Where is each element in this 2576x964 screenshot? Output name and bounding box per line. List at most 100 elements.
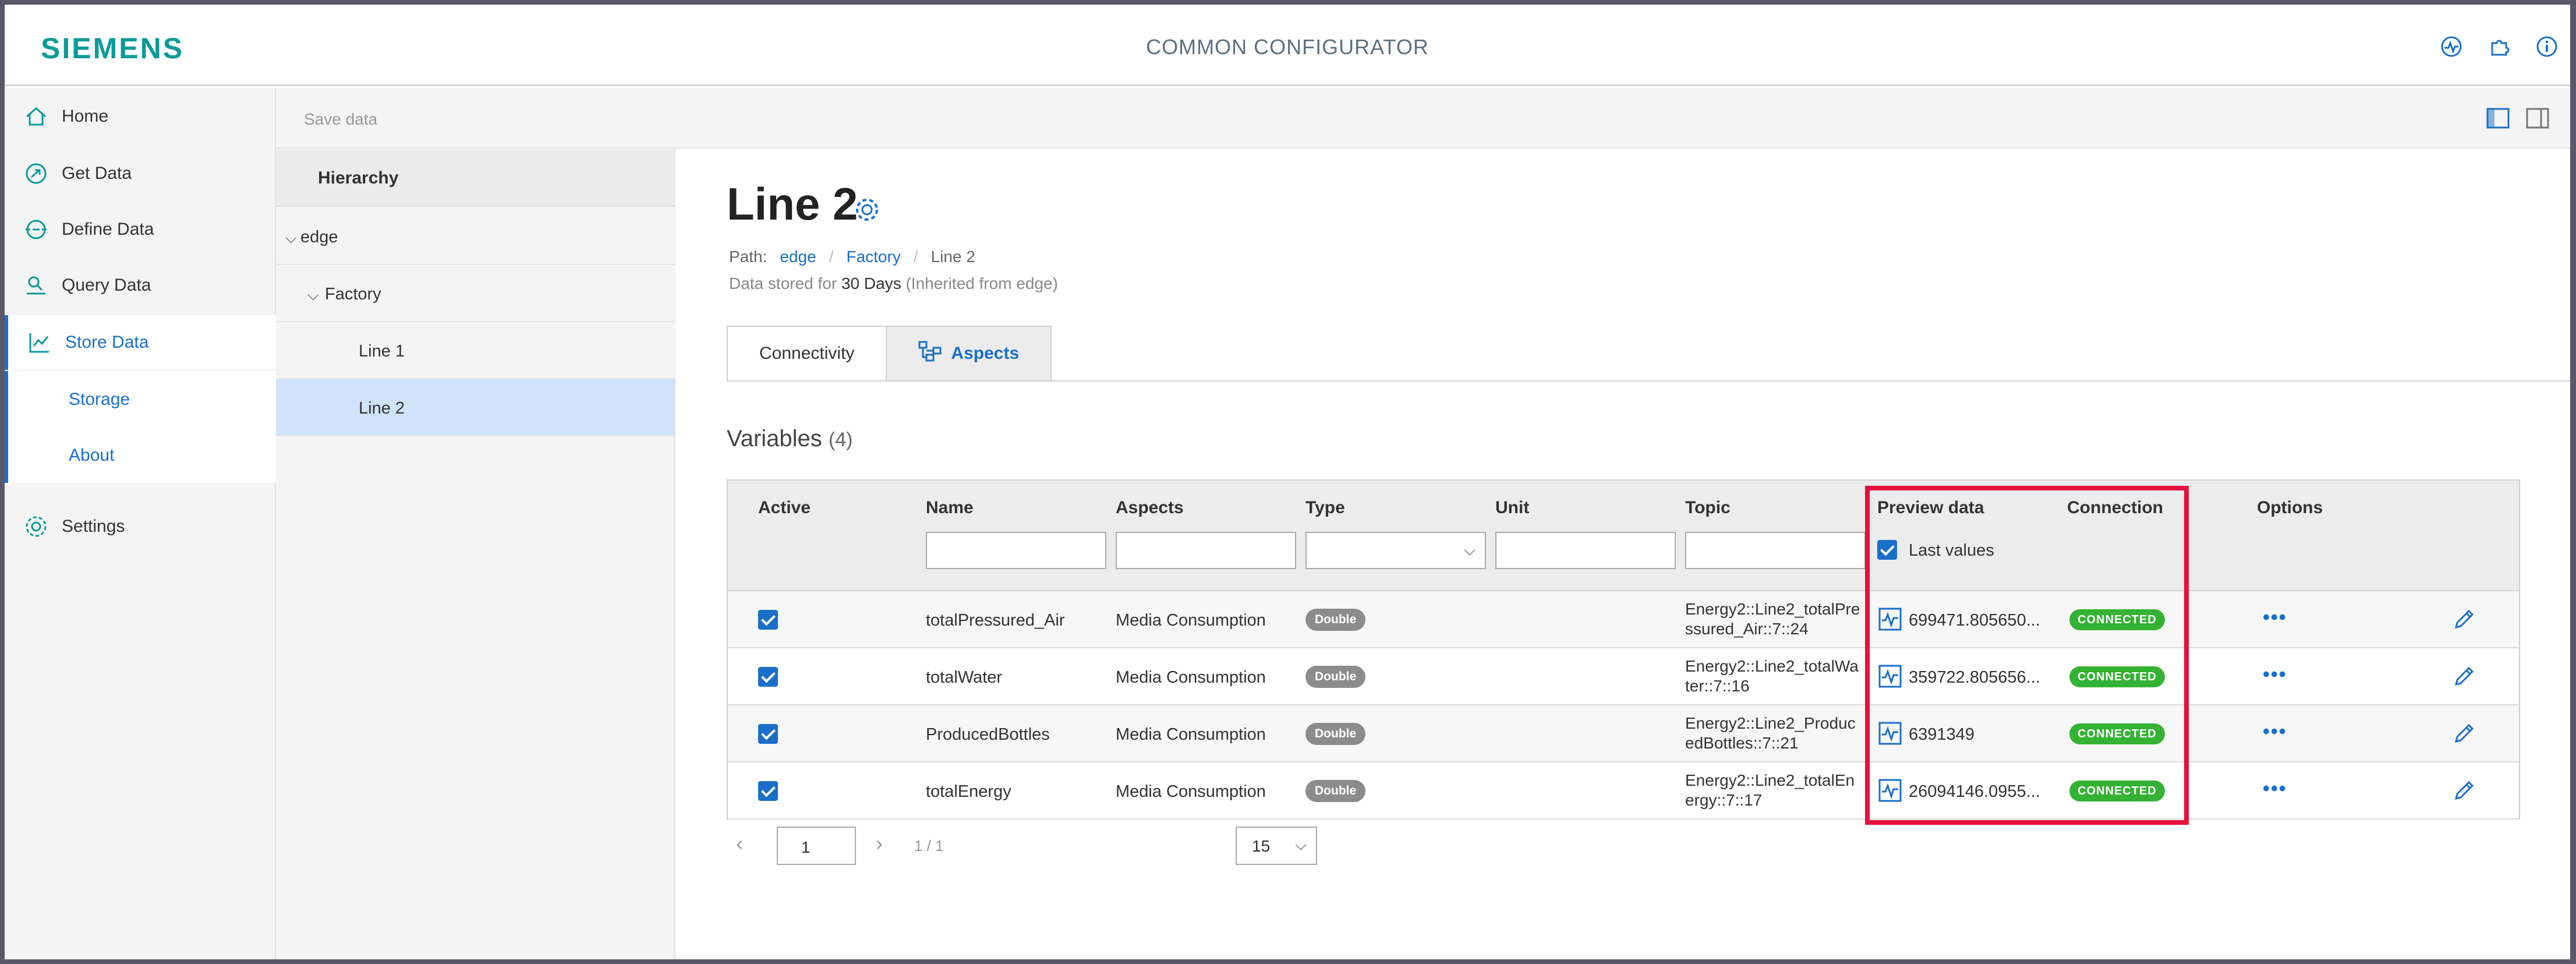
save-data-button[interactable]: Save data	[304, 110, 377, 129]
active-checkbox[interactable]	[758, 724, 778, 744]
breadcrumb-link-factory[interactable]: Factory	[846, 248, 900, 266]
unit-filter-input[interactable]	[1495, 532, 1676, 569]
column-name[interactable]: Name	[926, 498, 974, 518]
panel-left-icon[interactable]	[2486, 108, 2510, 132]
sidebar-item-settings[interactable]: Settings	[5, 499, 276, 554]
table-row[interactable]: ProducedBottles Media Consumption Double En…	[728, 705, 2519, 762]
edit-icon[interactable]	[2453, 608, 2476, 631]
breadcrumb: Path: edge / Factory / Line 2	[729, 248, 975, 266]
type-badge: Double	[1305, 780, 1366, 802]
sidebar-subitem-storage[interactable]: Storage	[5, 371, 276, 427]
sidebar-item-query-data[interactable]: Query Data	[5, 258, 276, 313]
breadcrumb-current: Line 2	[930, 248, 975, 266]
tab-connectivity[interactable]: Connectivity	[727, 326, 887, 382]
options-menu-button[interactable]: •••	[2263, 606, 2287, 629]
active-checkbox[interactable]	[758, 667, 778, 687]
breadcrumb-separator: /	[829, 248, 834, 266]
options-menu-button[interactable]: •••	[2263, 663, 2287, 686]
tab-divider	[727, 380, 2570, 382]
tab-label: Aspects	[951, 344, 1020, 363]
type-filter-select[interactable]: ⌵	[1305, 532, 1486, 569]
sidebar-item-define-data[interactable]: Define Data	[5, 202, 276, 257]
type-badge: Double	[1305, 609, 1366, 631]
aspects-icon	[918, 341, 942, 366]
table-row[interactable]: totalWater Media Consumption Double Energy2…	[728, 648, 2519, 705]
storage-info: Data stored for 30 Days (Inherited from …	[729, 274, 1058, 293]
sidebar-subitem-about[interactable]: About	[5, 427, 276, 483]
column-topic[interactable]: Topic	[1685, 498, 1731, 518]
tree-node-line-2[interactable]: Line 2	[276, 379, 675, 436]
next-page-icon[interactable]: ›	[876, 831, 883, 856]
edit-icon[interactable]	[2453, 779, 2476, 802]
variables-count: (4)	[828, 429, 853, 451]
sidebar-item-get-data[interactable]: Get Data	[5, 146, 276, 201]
sidebar-item-store-data[interactable]: Store Data	[5, 315, 276, 370]
variable-aspect: Media Consumption	[1116, 725, 1266, 744]
page-title: Line 2	[727, 178, 858, 229]
column-type[interactable]: Type	[1305, 498, 1345, 518]
sidebar-subitem-label: Storage	[69, 390, 130, 409]
topic-line-1: Energy2::Line2_totalEn	[1685, 771, 1855, 789]
query-data-icon	[22, 271, 50, 299]
name-filter-input[interactable]	[926, 532, 1106, 569]
sidebar-subitem-label: About	[69, 446, 115, 465]
previous-page-icon[interactable]: ‹	[736, 831, 743, 856]
tree-node-factory[interactable]: ⌵ Factory	[276, 265, 675, 322]
pagination: ‹ 1 › 1 / 1 15 ⌵	[727, 824, 1425, 871]
tab-aspects[interactable]: Aspects	[886, 326, 1052, 382]
type-badge: Double	[1305, 666, 1366, 688]
table-row[interactable]: totalEnergy Media Consumption Double Energy…	[728, 762, 2519, 820]
tree-node-label: edge	[300, 228, 338, 246]
topic-line-2: edBottles::7::21	[1685, 734, 1799, 752]
options-menu-button[interactable]: •••	[2263, 721, 2287, 743]
sidebar-item-label: Get Data	[62, 164, 132, 183]
topic-line-2: ergy::7::17	[1685, 791, 1763, 809]
tree-node-line-1[interactable]: Line 1	[276, 322, 675, 379]
get-data-icon	[22, 160, 50, 188]
toolbar: Save data	[276, 88, 2570, 149]
info-icon[interactable]	[2535, 35, 2559, 58]
gear-icon[interactable]	[852, 195, 882, 224]
chevron-down-icon[interactable]: ⌵	[307, 286, 319, 305]
sidebar-item-label: Settings	[62, 517, 125, 536]
topic-line-1: Energy2::Line2_totalWa	[1685, 657, 1859, 675]
page-number-input[interactable]: 1	[777, 827, 856, 865]
tree-node-edge[interactable]: ⌵ edge	[276, 208, 675, 265]
variables-heading: Variables (4)	[727, 426, 852, 452]
tab-bar: Connectivity Aspects	[727, 326, 1052, 382]
breadcrumb-separator: /	[913, 248, 918, 266]
panel-right-icon[interactable]	[2526, 108, 2549, 132]
edit-icon[interactable]	[2453, 665, 2476, 688]
sidebar-item-label: Query Data	[62, 276, 151, 295]
topic-filter-input[interactable]	[1685, 532, 1866, 569]
sidebar-item-label: Store Data	[65, 333, 149, 352]
tree-node-label: Line 2	[359, 399, 405, 418]
sidebar: Home Get Data Define Data Query Data Sto…	[5, 88, 276, 959]
page-size-value: 15	[1252, 837, 1271, 855]
app-title: COMMON CONFIGURATOR	[1146, 35, 1429, 59]
tree-node-label: Factory	[325, 285, 381, 303]
chevron-down-icon[interactable]: ⌵	[285, 229, 297, 248]
sidebar-item-label: Define Data	[62, 220, 154, 239]
variables-table: Active Name Aspects Type Unit Topic Prev…	[727, 479, 2520, 820]
edit-icon[interactable]	[2453, 722, 2476, 745]
activity-icon[interactable]	[2440, 35, 2463, 58]
column-aspects[interactable]: Aspects	[1116, 498, 1184, 518]
active-checkbox[interactable]	[758, 781, 778, 801]
aspects-filter-input[interactable]	[1116, 532, 1296, 569]
topic-line-1: Energy2::Line2_Produc	[1685, 714, 1856, 732]
sidebar-item-home[interactable]: Home	[5, 89, 276, 144]
topic-line-2: ssured_Air::7::24	[1685, 620, 1809, 638]
puzzle-icon[interactable]	[2487, 35, 2511, 58]
options-menu-button[interactable]: •••	[2263, 778, 2287, 800]
page-count: 1 / 1	[914, 837, 944, 854]
topic-line-1: Energy2::Line2_totalPre	[1685, 600, 1860, 618]
breadcrumb-link-edge[interactable]: edge	[780, 248, 816, 266]
active-checkbox[interactable]	[758, 610, 778, 630]
highlight-box	[1865, 486, 2189, 825]
table-row[interactable]: totalPressured_Air Media Consumption Doubl…	[728, 591, 2519, 648]
store-data-icon	[26, 329, 54, 356]
table-header: Active Name Aspects Type Unit Topic Prev…	[728, 481, 2519, 591]
page-size-select[interactable]: 15 ⌵	[1236, 827, 1317, 865]
column-unit[interactable]: Unit	[1495, 498, 1529, 518]
